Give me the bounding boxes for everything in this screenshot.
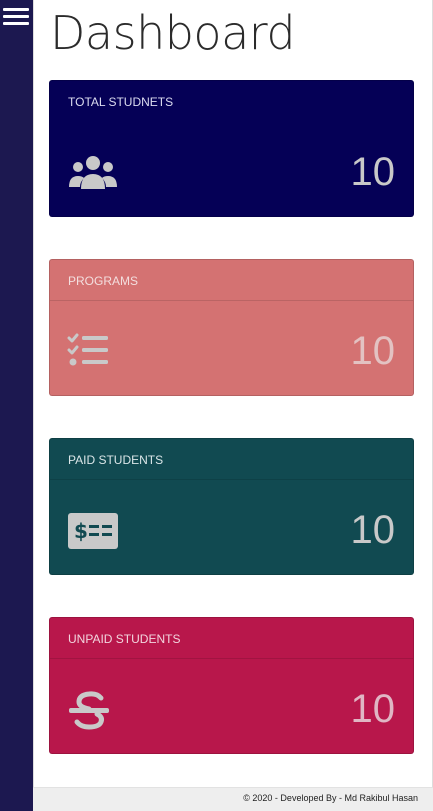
card-value: 10	[350, 508, 396, 552]
footer: © 2020 - Developed By - Md Rakibul Hasan	[33, 787, 433, 811]
checklist-icon	[67, 333, 108, 366]
card-paid-students[interactable]: PAID STUDENTS $ 10	[49, 438, 414, 575]
strikethrough-s-icon	[69, 691, 109, 730]
card-value: 10	[350, 687, 396, 731]
card-label: PROGRAMS	[50, 260, 413, 301]
card-label: UNPAID STUDENTS	[50, 618, 413, 659]
main-content: Dashboard TOTAL STUDNETS 10 PROGRAMS 10 …	[33, 0, 433, 811]
card-value: 10	[350, 329, 396, 373]
svg-text:$: $	[74, 519, 88, 543]
card-label: TOTAL STUDNETS	[68, 95, 174, 109]
page-title: Dashboard	[50, 6, 296, 60]
footer-text: © 2020 - Developed By - Md Rakibul Hasan	[243, 793, 418, 803]
card-total-students[interactable]: TOTAL STUDNETS 10	[49, 80, 414, 217]
card-value: 10	[350, 150, 396, 194]
sidebar	[0, 0, 33, 811]
app-frame: Dashboard TOTAL STUDNETS 10 PROGRAMS 10 …	[0, 0, 433, 811]
users-icon	[69, 156, 117, 189]
menu-toggle-icon[interactable]	[3, 8, 29, 26]
money-check-icon: $	[68, 513, 118, 549]
card-programs[interactable]: PROGRAMS 10	[49, 259, 414, 396]
card-unpaid-students[interactable]: UNPAID STUDENTS 10	[49, 617, 414, 754]
card-label: PAID STUDENTS	[50, 439, 413, 480]
